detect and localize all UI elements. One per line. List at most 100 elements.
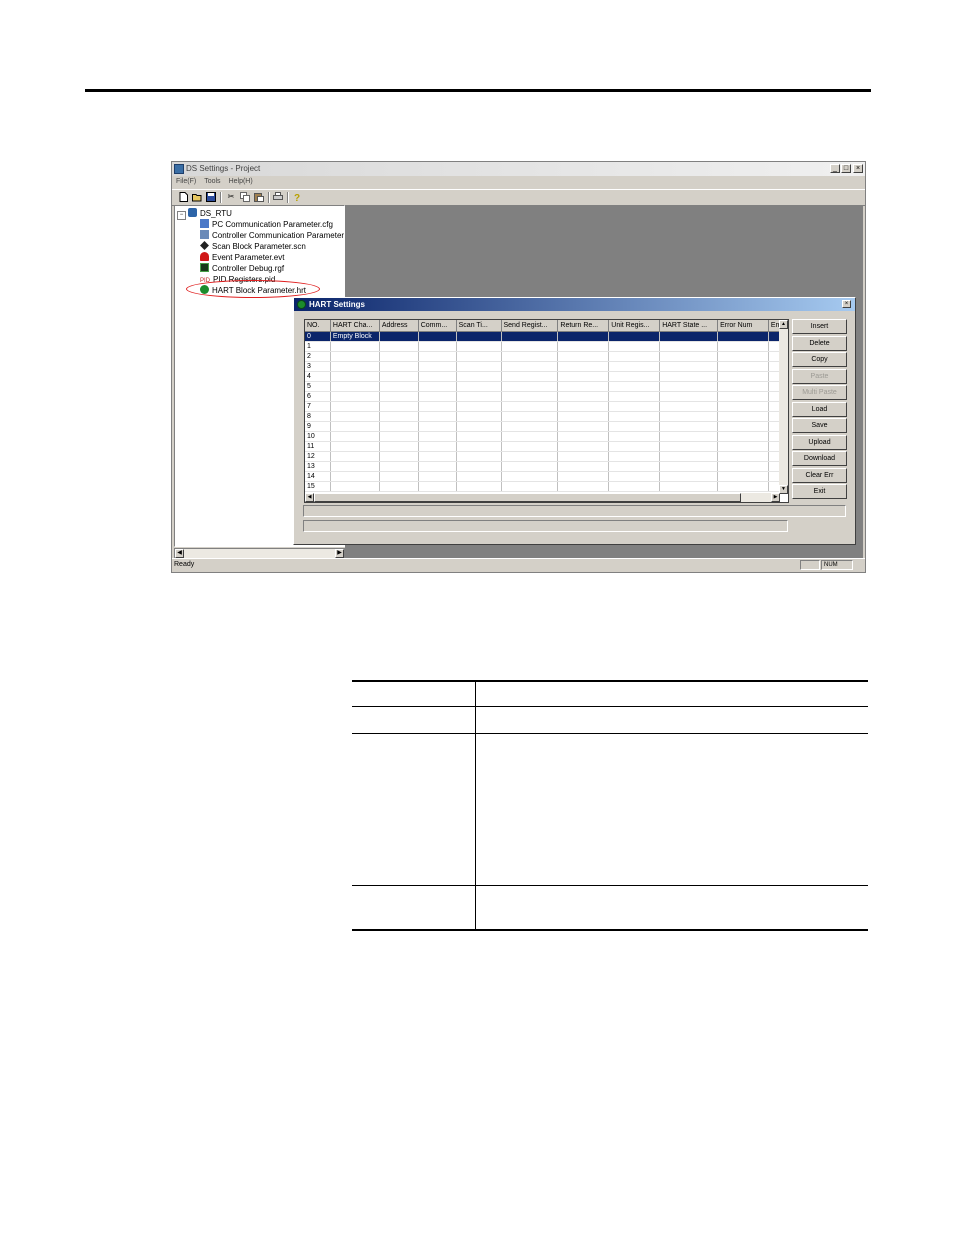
grid-vertical-scrollbar[interactable]: ▲ ▼ xyxy=(779,320,788,494)
menu-help[interactable]: Help(H) xyxy=(225,177,257,186)
table-cell[interactable] xyxy=(501,451,559,462)
table-cell[interactable] xyxy=(717,401,769,412)
paste-icon[interactable] xyxy=(254,192,264,202)
table-cell[interactable] xyxy=(501,431,559,442)
table-cell[interactable] xyxy=(659,421,719,432)
table-row[interactable]: 2 xyxy=(305,351,788,362)
table-cell[interactable] xyxy=(418,381,457,392)
table-cell[interactable] xyxy=(501,401,559,412)
table-cell[interactable] xyxy=(717,361,769,372)
table-cell[interactable] xyxy=(659,351,719,362)
table-cell[interactable] xyxy=(557,431,610,442)
table-cell[interactable] xyxy=(608,391,661,402)
table-cell[interactable] xyxy=(717,351,769,362)
table-cell[interactable] xyxy=(717,451,769,462)
table-cell[interactable] xyxy=(501,331,559,342)
table-cell[interactable] xyxy=(330,371,380,382)
table-cell[interactable] xyxy=(379,341,419,352)
table-cell[interactable] xyxy=(456,361,502,372)
table-cell[interactable] xyxy=(418,411,457,422)
help-icon[interactable]: ? xyxy=(292,192,302,204)
row-number-cell[interactable]: 2 xyxy=(305,351,331,362)
table-cell[interactable] xyxy=(418,391,457,402)
table-cell[interactable] xyxy=(456,461,502,472)
table-row[interactable]: 12 xyxy=(305,451,788,462)
table-cell[interactable] xyxy=(456,341,502,352)
table-cell[interactable] xyxy=(418,361,457,372)
table-cell[interactable] xyxy=(557,371,610,382)
row-number-cell[interactable]: 5 xyxy=(305,381,331,392)
table-cell[interactable] xyxy=(330,411,380,422)
table-cell[interactable] xyxy=(379,421,419,432)
table-cell[interactable] xyxy=(379,361,419,372)
download-button[interactable]: Download xyxy=(792,451,847,466)
table-cell[interactable] xyxy=(608,471,661,482)
column-header[interactable]: Scan Ti... xyxy=(456,320,502,332)
table-cell[interactable] xyxy=(608,401,661,412)
table-cell[interactable] xyxy=(330,431,380,442)
table-cell[interactable] xyxy=(418,341,457,352)
table-cell[interactable] xyxy=(608,381,661,392)
table-row[interactable]: 10 xyxy=(305,431,788,442)
table-cell[interactable] xyxy=(418,461,457,472)
table-cell[interactable] xyxy=(608,341,661,352)
table-cell[interactable] xyxy=(456,401,502,412)
table-cell[interactable] xyxy=(717,431,769,442)
column-header[interactable]: NO. xyxy=(305,320,331,332)
table-cell[interactable] xyxy=(501,471,559,482)
new-icon[interactable] xyxy=(178,192,188,202)
row-number-cell[interactable]: 3 xyxy=(305,361,331,372)
table-cell[interactable] xyxy=(379,381,419,392)
table-row[interactable]: 3 xyxy=(305,361,788,372)
grid-horizontal-scrollbar[interactable]: ◀ ▶ xyxy=(305,493,780,502)
table-cell[interactable] xyxy=(659,341,719,352)
tree-item-controller-debug[interactable]: Controller Debug.rgf xyxy=(200,263,284,274)
insert-button[interactable]: Insert xyxy=(792,319,847,334)
scroll-right-icon[interactable]: ▶ xyxy=(771,493,780,502)
print-icon[interactable] xyxy=(273,192,283,202)
table-cell[interactable] xyxy=(557,381,610,392)
table-row[interactable]: 6 xyxy=(305,391,788,402)
table-cell[interactable] xyxy=(557,391,610,402)
table-cell[interactable] xyxy=(501,441,559,452)
table-cell[interactable] xyxy=(330,341,380,352)
menu-tools[interactable]: Tools xyxy=(200,177,224,186)
tree-item-pc-comm[interactable]: PC Communication Parameter.cfg xyxy=(200,219,333,230)
maximize-button[interactable]: □ xyxy=(841,164,851,173)
table-cell[interactable] xyxy=(608,331,661,342)
row-number-cell[interactable]: 4 xyxy=(305,371,331,382)
table-cell[interactable] xyxy=(717,391,769,402)
minimize-button[interactable]: _ xyxy=(830,164,840,173)
copy-icon[interactable] xyxy=(240,192,250,202)
table-cell[interactable] xyxy=(501,481,559,492)
row-number-cell[interactable]: 10 xyxy=(305,431,331,442)
column-header[interactable]: Send Regist... xyxy=(501,320,559,332)
table-cell[interactable] xyxy=(501,341,559,352)
table-cell[interactable]: Empty Block xyxy=(330,331,380,342)
scroll-left-icon[interactable]: ◀ xyxy=(175,549,184,558)
clear-err-button[interactable]: Clear Err xyxy=(792,467,847,483)
scroll-down-icon[interactable]: ▼ xyxy=(779,485,788,494)
close-button[interactable]: × xyxy=(853,164,863,173)
collapse-icon[interactable]: − xyxy=(177,211,186,220)
row-number-cell[interactable]: 11 xyxy=(305,441,331,452)
table-cell[interactable] xyxy=(557,401,610,412)
table-cell[interactable] xyxy=(659,471,719,482)
table-cell[interactable] xyxy=(379,431,419,442)
table-cell[interactable] xyxy=(379,371,419,382)
table-cell[interactable] xyxy=(659,381,719,392)
open-icon[interactable] xyxy=(192,192,202,202)
row-number-cell[interactable]: 6 xyxy=(305,391,331,402)
table-row[interactable]: 13 xyxy=(305,461,788,472)
paste-button[interactable]: Paste xyxy=(792,368,847,384)
table-cell[interactable] xyxy=(557,471,610,482)
table-cell[interactable] xyxy=(330,421,380,432)
table-row[interactable]: 0 Empty Block xyxy=(305,331,788,342)
row-number-cell[interactable]: 1 xyxy=(305,341,331,352)
table-cell[interactable] xyxy=(330,451,380,462)
table-row[interactable]: 5 xyxy=(305,381,788,392)
table-cell[interactable] xyxy=(557,341,610,352)
table-cell[interactable] xyxy=(608,351,661,362)
table-cell[interactable] xyxy=(557,481,610,492)
table-cell[interactable] xyxy=(659,461,719,472)
